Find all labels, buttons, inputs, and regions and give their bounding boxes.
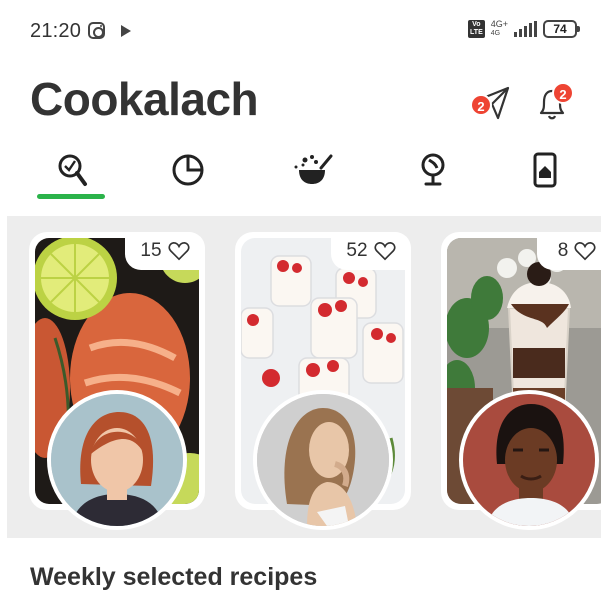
avatar[interactable] <box>253 390 393 530</box>
avatar[interactable] <box>47 390 187 530</box>
home-phone-icon <box>533 152 557 188</box>
network-type: 4G+ 4G <box>490 19 508 38</box>
heart-outline-icon <box>574 241 596 261</box>
status-system-icons: Vo LTE 4G+ 4G 74 <box>468 19 580 38</box>
battery-icon: 74 <box>543 20 580 38</box>
avatar[interactable] <box>459 390 599 530</box>
status-notification-icons <box>88 22 131 39</box>
search-food-icon <box>58 154 87 186</box>
tab-search[interactable] <box>42 150 102 200</box>
like-count: 52 <box>346 240 368 261</box>
story-card[interactable]: 52 <box>235 232 411 530</box>
author-photo <box>51 394 183 526</box>
story-card[interactable]: 15 <box>29 232 205 530</box>
globe-icon <box>421 153 445 186</box>
volte-icon: Vo LTE <box>468 20 485 38</box>
tab-explore[interactable] <box>403 150 463 200</box>
notifications-button[interactable]: 2 <box>530 80 574 124</box>
tab-stats[interactable] <box>158 150 218 200</box>
like-counter[interactable]: 52 <box>331 232 411 270</box>
pie-chart-icon <box>172 154 204 186</box>
messages-badge: 2 <box>470 94 492 116</box>
signal-icon <box>514 21 537 37</box>
play-icon <box>121 24 131 37</box>
author-photo <box>463 394 595 526</box>
section-title: Weekly selected recipes <box>30 563 318 591</box>
heart-outline-icon <box>374 241 396 261</box>
like-count: 15 <box>140 240 162 261</box>
like-counter[interactable]: 8 <box>537 232 601 270</box>
like-count: 8 <box>557 240 569 261</box>
stories-strip[interactable]: 15 52 8 <box>7 216 601 538</box>
notifications-badge: 2 <box>552 82 574 104</box>
like-counter[interactable]: 15 <box>125 232 205 270</box>
messages-button[interactable]: 2 <box>470 80 514 124</box>
heart-outline-icon <box>168 241 190 261</box>
app-title: Cookalach <box>30 73 259 125</box>
tab-cooking[interactable] <box>283 150 343 200</box>
instagram-icon <box>88 22 105 39</box>
tab-home[interactable] <box>515 150 575 200</box>
status-time: 21:20 <box>30 20 82 42</box>
story-card[interactable]: 8 <box>441 232 601 530</box>
cooking-pot-icon <box>294 154 333 184</box>
status-bar: 21:20 Vo LTE 4G+ 4G 74 <box>0 0 607 64</box>
active-tab-indicator <box>37 194 105 199</box>
author-photo <box>257 394 389 526</box>
